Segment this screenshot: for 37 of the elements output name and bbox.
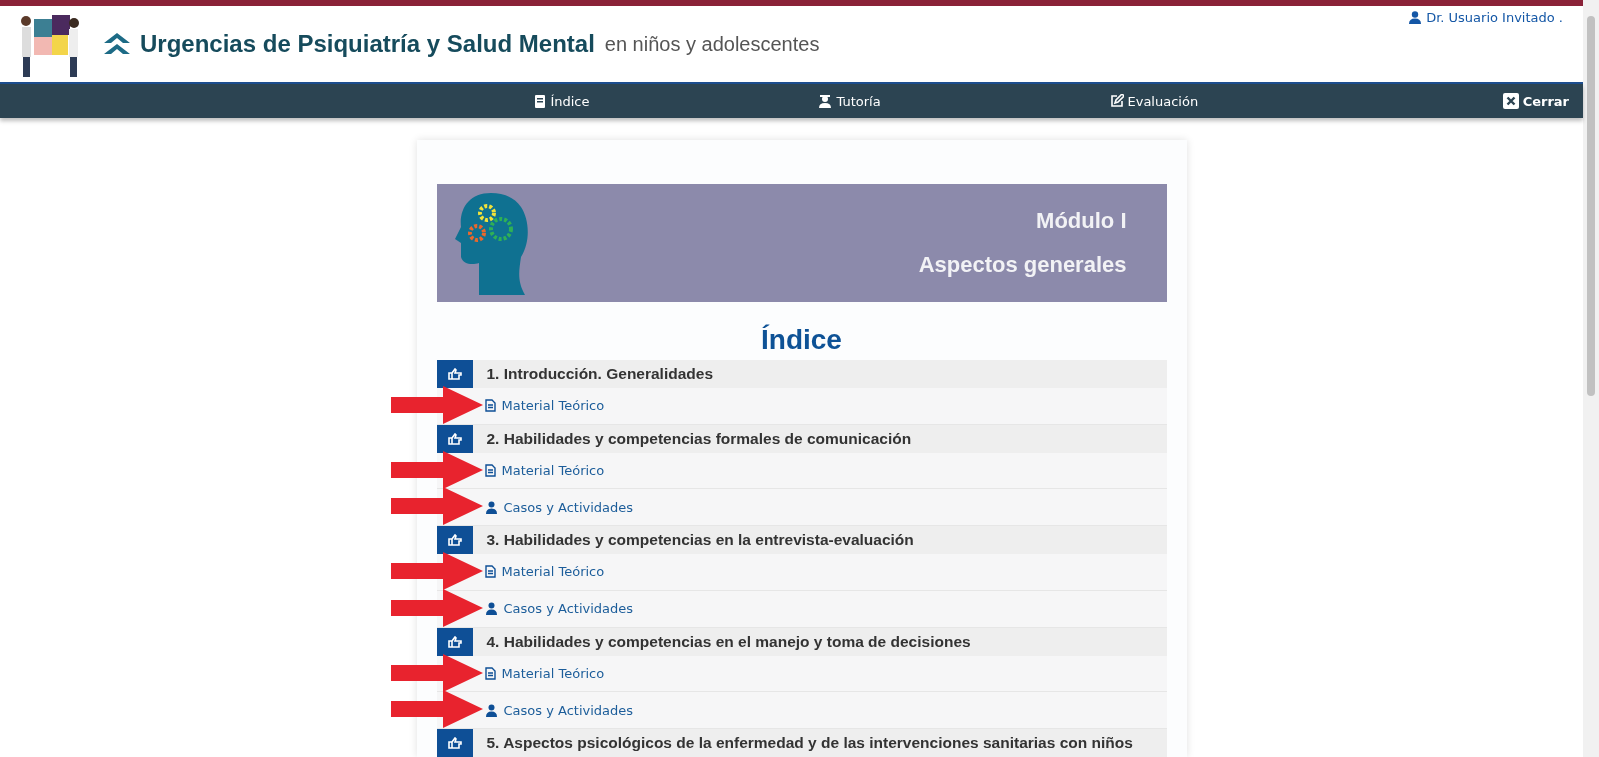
section-title: 5. Aspectos psicológicos de la enfermedad y de las intervenciones sanitarias con niños	[486, 733, 1133, 752]
content-link[interactable]: Casos y Actividades	[484, 601, 634, 617]
content-link[interactable]: Material Teórico	[484, 665, 605, 681]
content-link[interactable]: Material Teórico	[484, 398, 605, 414]
nav-link[interactable]: Evaluación	[1109, 93, 1199, 109]
nav-link[interactable]: Índice	[534, 93, 590, 109]
user-icon	[1409, 11, 1422, 24]
content-link[interactable]: Casos y Actividades	[484, 702, 634, 718]
user-link[interactable]: Dr. Usuario Invitado .	[1409, 10, 1563, 25]
person-icon	[484, 703, 498, 717]
module-number: Módulo I	[1036, 208, 1127, 234]
scrollbar[interactable]	[1583, 0, 1599, 757]
person-icon	[484, 602, 498, 616]
document-icon	[484, 666, 496, 680]
content-link[interactable]: Casos y Actividades	[484, 499, 634, 515]
close-link[interactable]: Cerrar	[1502, 93, 1569, 109]
index-heading: Índice	[760, 324, 843, 357]
module-name: Aspectos generales	[918, 252, 1127, 278]
content-link[interactable]: Material Teórico	[484, 564, 605, 580]
site-subtitle: en niños y adolescentes	[604, 32, 820, 56]
edit-icon	[1109, 94, 1124, 108]
site-title: Urgencias de Psiquiatría y Salud Mental	[140, 30, 595, 58]
document-icon	[484, 565, 496, 579]
content-link[interactable]: Material Teórico	[484, 463, 605, 479]
teacher-icon	[818, 94, 833, 108]
scrollbar-thumb[interactable]	[1587, 16, 1595, 396]
double-chevron-up-icon	[104, 33, 130, 55]
nav-link[interactable]: Tutoría	[818, 93, 881, 109]
document-icon	[484, 464, 496, 478]
section-title: 3. Habilidades y competencias en la entrevista-evaluación	[486, 531, 914, 550]
person-icon	[484, 500, 498, 514]
document-icon	[484, 399, 496, 413]
book-icon	[534, 94, 547, 108]
section-title: 1. Introducción. Generalidades	[486, 365, 714, 384]
section-title: 4. Habilidades y competencias en el manejo y toma de decisiones	[486, 632, 971, 651]
close-icon	[1502, 93, 1519, 109]
section-title: 2. Habilidades y competencias formales de comunicación	[486, 429, 912, 448]
